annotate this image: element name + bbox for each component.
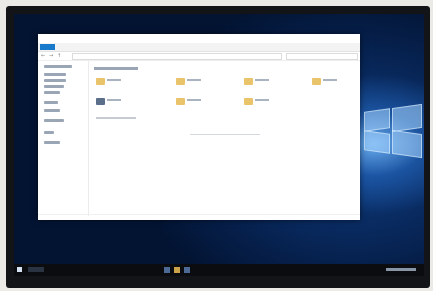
- file-list: [92, 61, 358, 216]
- file-explorer-icon[interactable]: [174, 267, 180, 273]
- nav-item[interactable]: [44, 131, 54, 134]
- folder-item[interactable]: [176, 97, 201, 105]
- windows-logo-pane: [392, 103, 422, 133]
- folder-icon: [244, 98, 253, 105]
- photo-of-monitor: ← → ↑: [0, 0, 433, 291]
- folder-item[interactable]: [312, 77, 337, 85]
- section-divider: [96, 117, 136, 119]
- search-input[interactable]: [286, 53, 358, 60]
- address-bar-row: ← → ↑: [38, 52, 360, 61]
- address-input[interactable]: [72, 53, 282, 60]
- nav-item[interactable]: [44, 79, 66, 82]
- nav-item[interactable]: [44, 109, 60, 112]
- section-heading: [94, 67, 138, 70]
- forward-icon[interactable]: →: [49, 53, 53, 59]
- nav-item[interactable]: [44, 73, 66, 76]
- windows-logo-pane: [364, 108, 390, 132]
- back-icon[interactable]: ←: [41, 53, 45, 59]
- folder-item[interactable]: [176, 77, 201, 85]
- taskbar-app-icon[interactable]: [164, 267, 170, 273]
- windows-logo-icon[interactable]: [17, 267, 22, 272]
- ribbon: [38, 43, 360, 52]
- folder-item[interactable]: [96, 97, 121, 105]
- windows-logo-pane: [364, 130, 390, 154]
- folder-icon: [312, 78, 321, 85]
- folder-icon: [96, 78, 105, 85]
- windows-logo-pane: [392, 129, 422, 159]
- nav-item[interactable]: [44, 91, 60, 94]
- tab-file[interactable]: [40, 44, 55, 50]
- nav-item[interactable]: [44, 101, 58, 104]
- folder-item[interactable]: [96, 77, 121, 85]
- folder-item[interactable]: [244, 97, 269, 105]
- search-icon[interactable]: [28, 267, 44, 272]
- nav-item-network[interactable]: [44, 141, 60, 144]
- folder-icon: [176, 78, 185, 85]
- empty-recent-text: [190, 134, 260, 135]
- status-bar: [38, 214, 360, 221]
- nav-item-quick-access[interactable]: [44, 65, 72, 68]
- up-icon[interactable]: ↑: [57, 53, 61, 59]
- folder-icon: [244, 78, 253, 85]
- folder-icon: [176, 98, 185, 105]
- nav-item-this-pc[interactable]: [44, 119, 64, 122]
- folder-item[interactable]: [244, 77, 269, 85]
- navigation-pane: [38, 61, 89, 216]
- system-tray-clock[interactable]: [386, 268, 416, 271]
- file-explorer-window[interactable]: ← → ↑: [38, 34, 360, 220]
- desktop[interactable]: ← → ↑: [14, 14, 424, 276]
- title-bar[interactable]: [38, 34, 360, 43]
- taskbar-app-icon[interactable]: [184, 267, 190, 273]
- taskbar: [14, 264, 424, 276]
- nav-item[interactable]: [44, 85, 64, 88]
- folder-icon: [96, 98, 105, 105]
